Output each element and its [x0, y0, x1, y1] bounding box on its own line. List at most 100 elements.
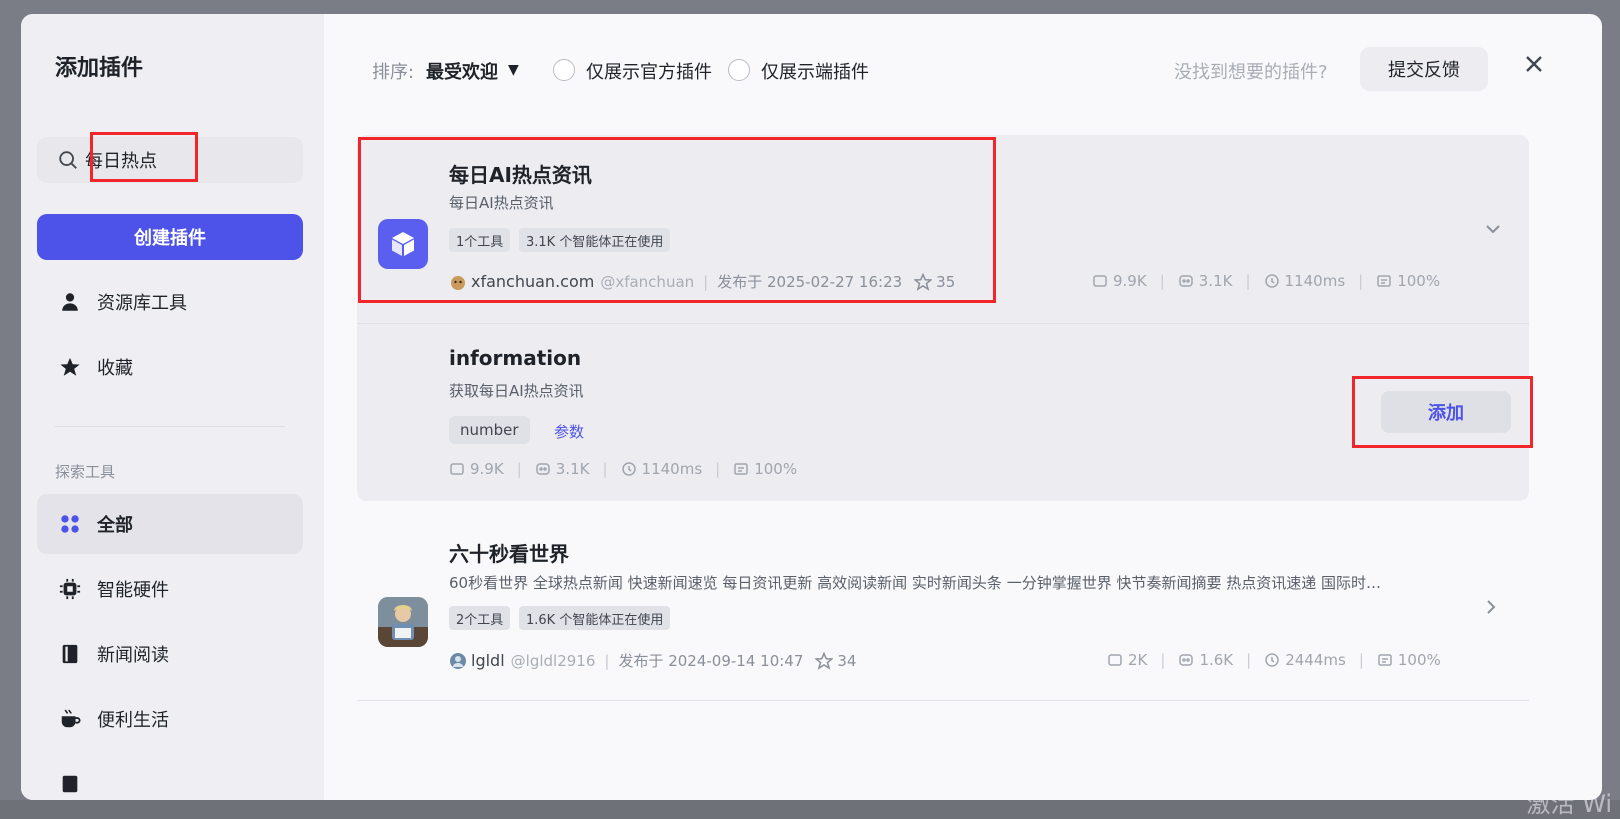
author-handle: @lgldl2916 [510, 651, 596, 670]
success-icon [1377, 275, 1391, 287]
tool-stats: 9.9K | 3.1K | 1140ms | 100% [449, 460, 797, 478]
caret-down-icon[interactable]: ▼ [508, 62, 519, 78]
calls-count: 9.9K [1113, 272, 1147, 290]
param-tag: number [449, 416, 530, 444]
publish-time: 发布于 2025-02-27 16:23 [717, 273, 903, 291]
author-name[interactable]: lgldl [471, 651, 505, 670]
clock-icon [1264, 274, 1279, 288]
cube-icon [392, 232, 414, 256]
meta-separator: | [703, 272, 709, 291]
sidebar-item-label: 智能硬件 [97, 580, 169, 601]
plugin-desc: 60秒看世界 全球热点新闻 快速新闻速览 每日资讯更新 高效阅读新闻 实时新闻头… [449, 574, 1382, 592]
sidebar-item-favorites[interactable]: 收藏 [37, 337, 303, 397]
sidebar-item-label: 新闻阅读 [97, 645, 169, 666]
success-rate: 100% [1397, 272, 1441, 290]
grid-icon [61, 515, 79, 533]
close-button[interactable] [1520, 50, 1548, 78]
latency: 2444ms [1285, 651, 1346, 669]
star-count: 35 [936, 272, 956, 291]
sidebar-item-library-tools[interactable]: 资源库工具 [37, 272, 303, 332]
plugin-icon-avatar [378, 597, 428, 647]
clock-icon [1265, 653, 1279, 667]
sidebar-item-convenient-life[interactable]: 便利生活 [37, 689, 303, 749]
star-icon [60, 357, 80, 376]
explore-section-title: 探索工具 [55, 463, 116, 481]
sidebar-item-more[interactable] [37, 754, 303, 800]
calls-icon [1093, 275, 1107, 287]
card-divider [357, 323, 1529, 324]
author-handle: @xfanchuan [600, 272, 695, 291]
calls-icon [1108, 654, 1122, 666]
sidebar-item-label: 资源库工具 [97, 293, 187, 314]
sidebar-item-smart-hardware[interactable]: 智能硬件 [37, 559, 303, 619]
tool-count-tag: 2个工具 [449, 606, 511, 630]
author-name[interactable]: xfanchuan.com [471, 272, 594, 291]
search-input[interactable] [85, 149, 285, 171]
tool-name: information [449, 346, 582, 370]
plugin-card-daily-ai[interactable] [357, 135, 1529, 501]
tool-desc: 获取每日AI热点资讯 [449, 382, 584, 400]
official-only-radio[interactable] [553, 59, 575, 81]
calls-count: 9.9K [470, 460, 504, 478]
sidebar: 添加插件 创建插件 资源库工具 收藏 探索工具 全部 智能硬件 新闻阅读 [21, 14, 324, 800]
plugin-meta: lgldl @lgldl2916 | 发布于 2024-09-14 10:47 … [449, 650, 856, 671]
sort-label: 排序: [372, 62, 415, 83]
calls-icon [450, 463, 464, 475]
chevron-down-icon[interactable] [1483, 219, 1503, 239]
star-outline-icon[interactable] [815, 651, 834, 670]
plugin-title[interactable]: 每日AI热点资讯 [449, 159, 592, 188]
usage-count-tag: 1.6K 个智能体正在使用 [519, 606, 671, 630]
book-icon [62, 644, 78, 664]
chip-icon [59, 578, 81, 600]
close-icon [1526, 56, 1542, 72]
bot-icon [536, 463, 550, 475]
reader-avatar-icon [378, 597, 428, 647]
meta-separator: | [604, 651, 610, 670]
endside-only-radio[interactable] [728, 59, 750, 81]
user-icon [62, 293, 78, 311]
sidebar-item-all[interactable]: 全部 [37, 494, 303, 554]
success-icon [1378, 654, 1392, 666]
feedback-hint: 没找到想要的插件? [1174, 62, 1328, 83]
params-link[interactable]: 参数 [554, 421, 584, 442]
success-rate: 100% [754, 460, 798, 478]
sidebar-item-label: 收藏 [97, 358, 133, 379]
main-panel: 排序: 最受欢迎 ▼ 仅展示官方插件 仅展示端插件 没找到想要的插件? 提交反馈… [324, 14, 1602, 800]
search-box[interactable] [37, 137, 303, 183]
sort-dropdown[interactable]: 最受欢迎 [426, 58, 498, 84]
latency: 1140ms [641, 460, 703, 478]
bot-icon [1179, 275, 1193, 287]
modal-title: 添加插件 [55, 56, 144, 81]
cup-icon [61, 709, 81, 728]
create-plugin-button[interactable]: 创建插件 [37, 214, 303, 260]
tool-count-tag: 1个工具 [449, 228, 511, 252]
plugin-desc: 每日AI热点资讯 [449, 194, 554, 212]
success-rate: 100% [1397, 651, 1441, 669]
official-only-label[interactable]: 仅展示官方插件 [586, 58, 712, 84]
author-avatar-icon [451, 275, 465, 290]
plugin-stats: 2K | 1.6K | 2444ms | 100% [1107, 651, 1441, 669]
plugin-stats: 9.9K | 3.1K | 1140ms | 100% [1092, 272, 1440, 290]
plugin-meta: xfanchuan.com @xfanchuan | 发布于 2025-02-2… [449, 271, 955, 292]
sidebar-divider [55, 426, 285, 427]
clock-icon [621, 462, 636, 476]
endside-only-label[interactable]: 仅展示端插件 [761, 58, 869, 84]
search-icon [59, 151, 77, 169]
star-outline-icon[interactable] [914, 272, 933, 291]
publish-time: 发布于 2024-09-14 10:47 [618, 652, 804, 670]
sidebar-item-news-reading[interactable]: 新闻阅读 [37, 624, 303, 684]
add-plugin-modal: 添加插件 创建插件 资源库工具 收藏 探索工具 全部 智能硬件 新闻阅读 [21, 14, 1602, 800]
author-avatar-icon [450, 652, 466, 669]
chevron-right-icon[interactable] [1481, 597, 1501, 617]
backdrop [0, 800, 1620, 819]
success-icon [734, 463, 748, 475]
calls-count: 2K [1128, 651, 1148, 669]
submit-feedback-button[interactable]: 提交反馈 [1360, 47, 1488, 91]
plugin-icon-cube [378, 219, 428, 269]
add-tool-button[interactable]: 添加 [1381, 391, 1511, 433]
sidebar-item-label: 便利生活 [97, 710, 169, 731]
doc-icon [62, 775, 78, 793]
usage-count-tag: 3.1K 个智能体正在使用 [519, 228, 671, 252]
bot-count: 1.6K [1199, 651, 1234, 669]
plugin-title[interactable]: 六十秒看世界 [449, 538, 569, 567]
